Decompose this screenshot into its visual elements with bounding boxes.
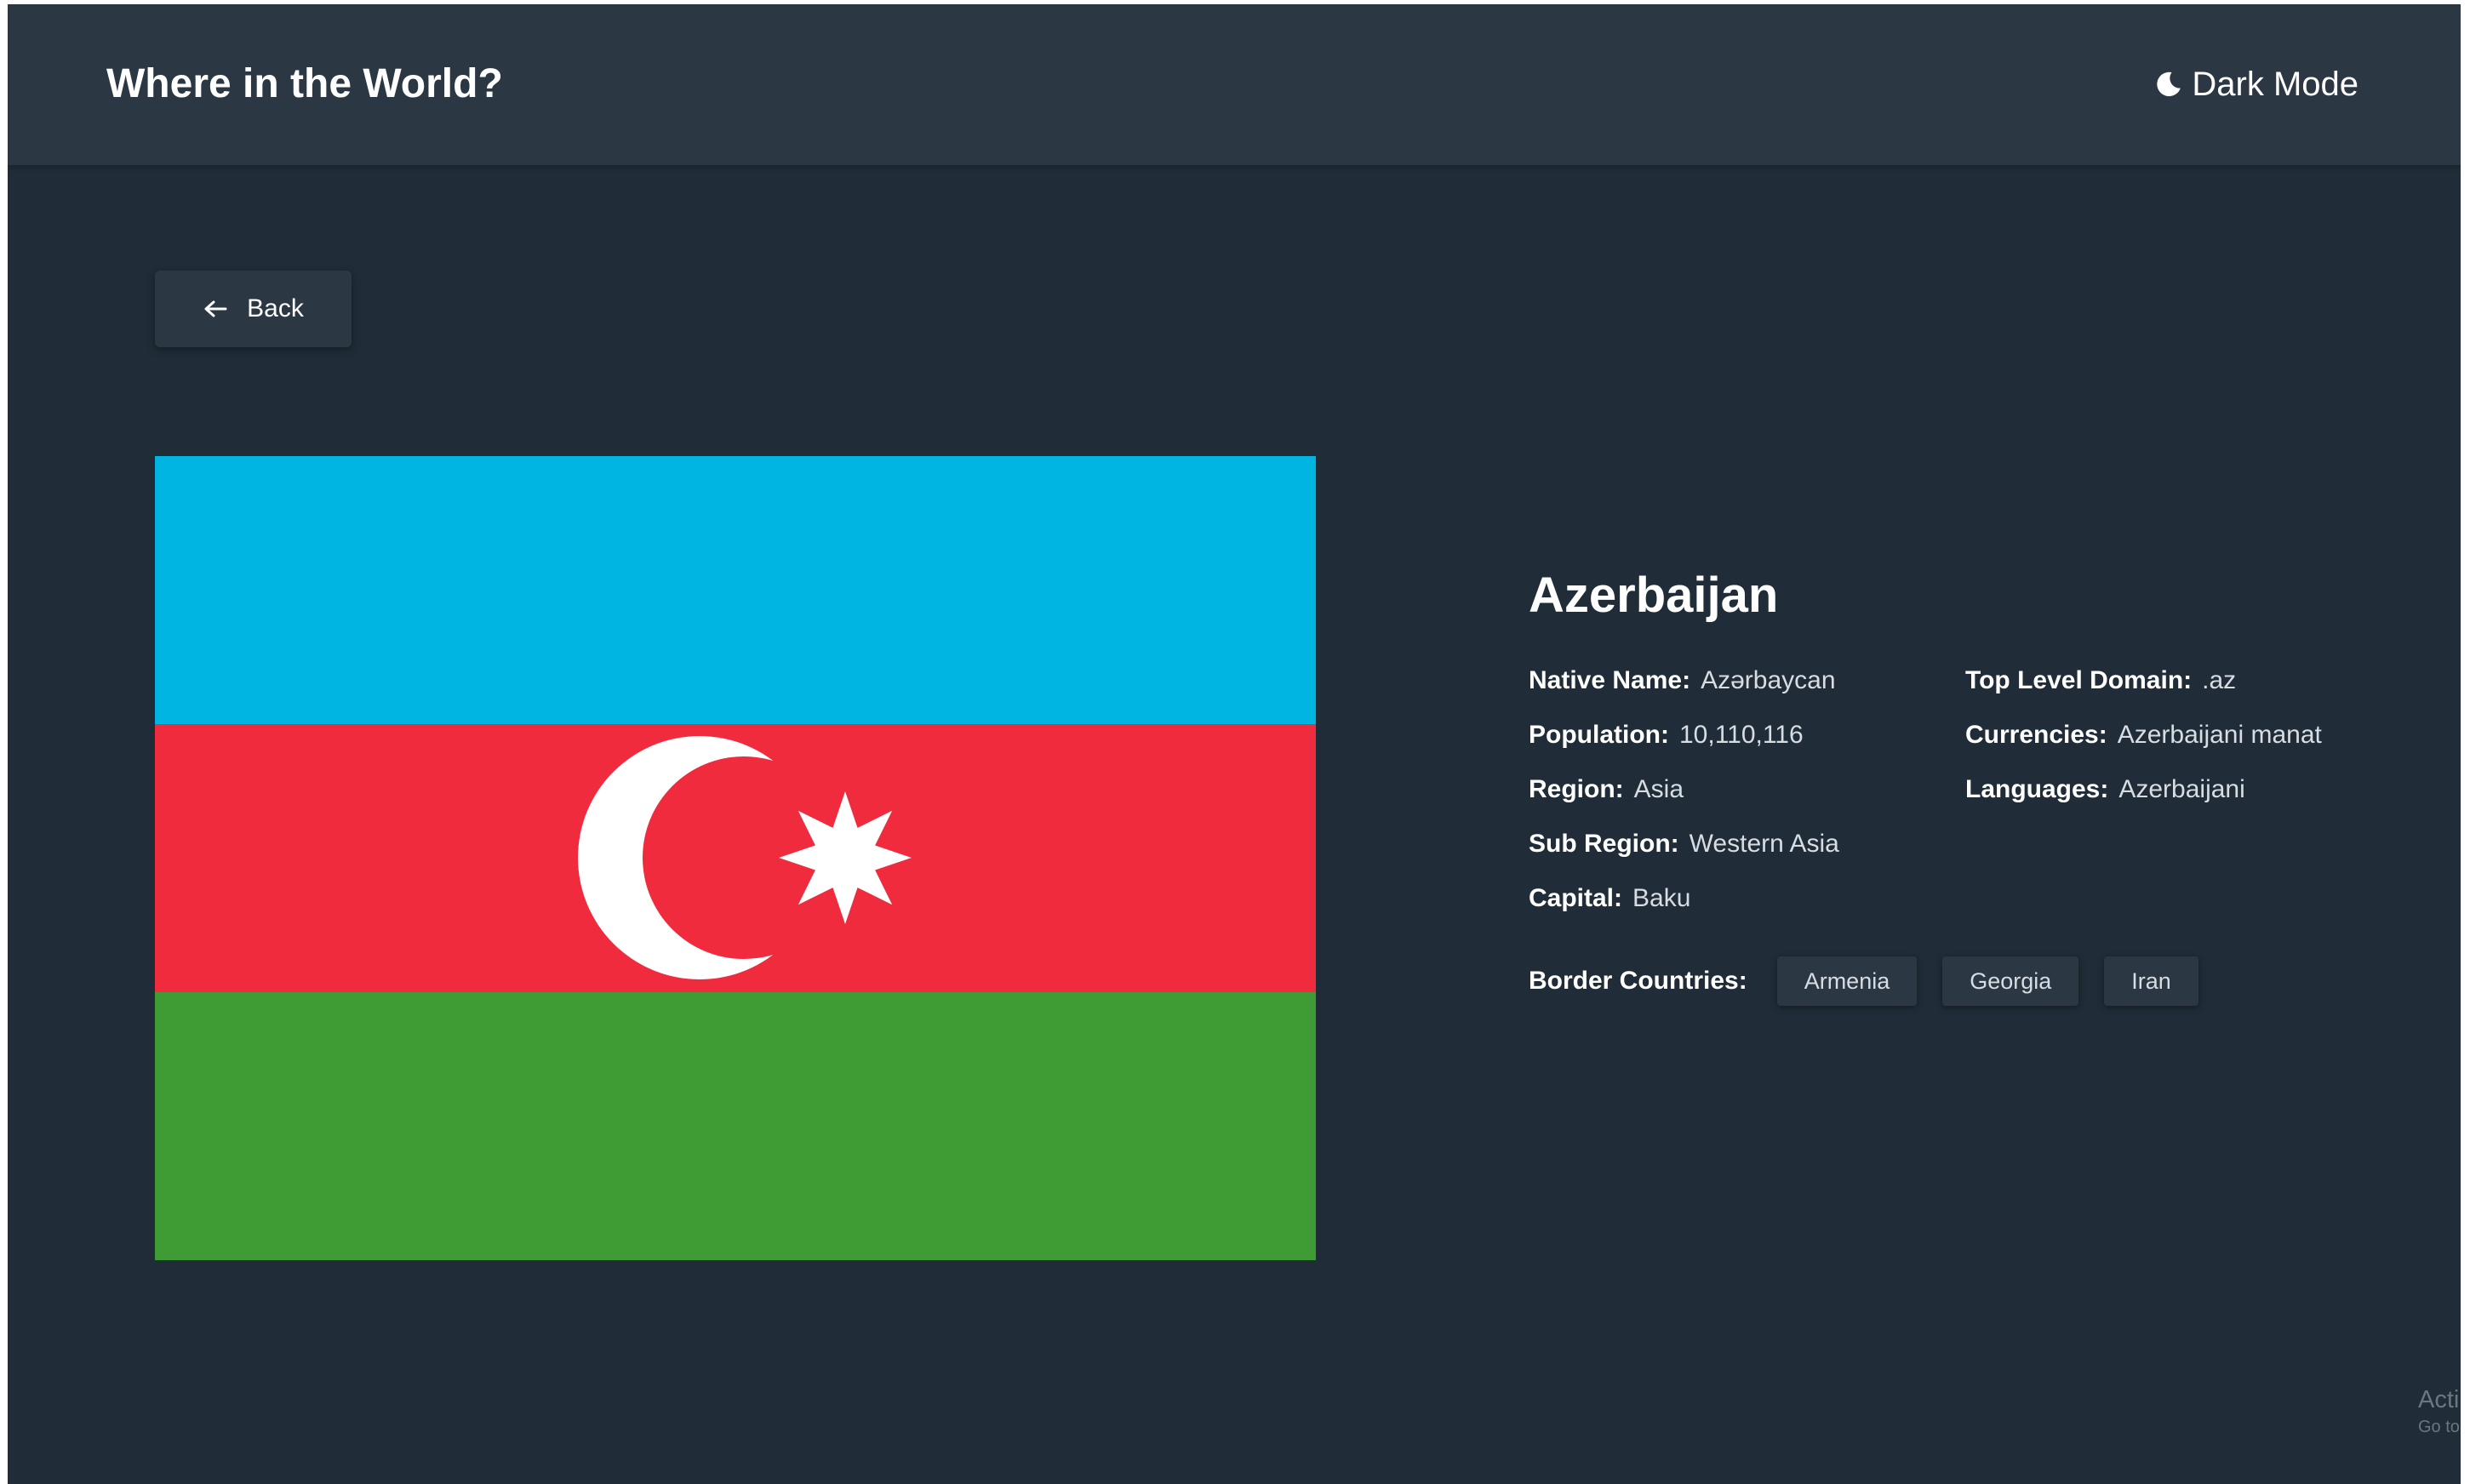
info-value: Azerbaijani manat xyxy=(2117,721,2322,749)
info-column-left: Native Name: Azərbaycan Population: 10,110… xyxy=(1529,664,1839,936)
info-label: Languages: xyxy=(1965,775,2109,803)
dark-mode-toggle[interactable]: Dark Mode xyxy=(2154,62,2359,106)
info-top-level-domain: Top Level Domain: .az xyxy=(1965,664,2322,718)
info-label: Native Name: xyxy=(1529,666,1691,694)
watermark-line-2: Go to xyxy=(2418,1418,2460,1436)
info-population: Population: 10,110,116 xyxy=(1529,718,1839,773)
app-title: Where in the World? xyxy=(106,61,503,106)
country-details: Azerbaijan Native Name: Azərbaycan Popula… xyxy=(1529,562,2380,1006)
info-region: Region: Asia xyxy=(1529,773,1839,827)
dark-mode-label: Dark Mode xyxy=(2192,66,2359,103)
flag-star xyxy=(779,791,912,924)
activate-windows-watermark: Acti Go to xyxy=(2418,1384,2460,1439)
back-button-label: Back xyxy=(247,294,304,322)
info-value: Western Asia xyxy=(1689,830,1839,858)
country-flag xyxy=(155,456,1316,1260)
info-languages: Languages: Azerbaijani xyxy=(1965,773,2322,827)
info-value: Azərbaycan xyxy=(1701,666,1836,694)
watermark-line-1: Acti xyxy=(2418,1386,2460,1413)
back-button[interactable]: Back xyxy=(155,271,352,347)
info-label: Region: xyxy=(1529,775,1624,803)
info-value: Azerbaijani xyxy=(2118,775,2245,803)
country-name: Azerbaijan xyxy=(1529,568,1779,623)
info-column-right: Top Level Domain: .az Currencies: Azerbaij… xyxy=(1965,664,2322,827)
info-label: Population: xyxy=(1529,721,1669,749)
flag-stripe-green xyxy=(155,992,1316,1260)
border-country-button[interactable]: Armenia xyxy=(1776,956,1918,1006)
info-currencies: Currencies: Azerbaijani manat xyxy=(1965,718,2322,773)
border-country-button[interactable]: Iran xyxy=(2104,956,2198,1006)
app-window: Where in the World? Dark Mode Back Azerb… xyxy=(8,4,2461,1484)
info-label: Sub Region: xyxy=(1529,830,1679,858)
site-header: Where in the World? Dark Mode xyxy=(8,4,2461,165)
border-countries-label: Border Countries: xyxy=(1529,967,1747,995)
info-sub-region: Sub Region: Western Asia xyxy=(1529,827,1839,882)
moon-icon xyxy=(2154,69,2183,100)
info-value: Asia xyxy=(1633,775,1684,803)
flag-stripe-blue xyxy=(155,456,1316,724)
arrow-left-icon xyxy=(203,299,228,319)
info-value: 10,110,116 xyxy=(1678,721,1804,749)
border-country-button[interactable]: Georgia xyxy=(1942,956,2079,1006)
border-countries: Border Countries: Armenia Georgia Iran xyxy=(1529,956,2380,1006)
info-native-name: Native Name: Azərbaycan xyxy=(1529,664,1839,718)
info-label: Top Level Domain: xyxy=(1965,666,2193,694)
info-capital: Capital: Baku xyxy=(1529,882,1839,936)
info-label: Currencies: xyxy=(1965,721,2107,749)
info-label: Capital: xyxy=(1529,884,1623,912)
info-value: Baku xyxy=(1632,884,1691,912)
info-columns: Native Name: Azərbaycan Population: 10,110… xyxy=(1529,664,2380,953)
info-value: .az xyxy=(2202,666,2237,694)
